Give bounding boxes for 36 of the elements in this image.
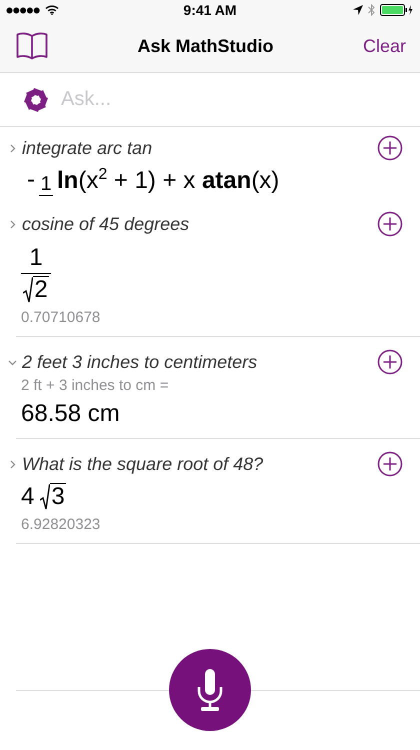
query-text[interactable]: What is the square root of 48? <box>22 454 377 474</box>
flower-logo-icon <box>23 86 49 112</box>
clear-button[interactable]: Clear <box>362 36 406 56</box>
radicand: 3 <box>50 483 66 510</box>
fraction-numerator: 1 <box>29 245 43 271</box>
battery-icon <box>380 4 414 16</box>
chevron-icon[interactable] <box>8 460 17 468</box>
input-echo: 2 ft + 3 inches to cm = <box>20 377 170 394</box>
radical-icon <box>40 484 50 510</box>
bluetooth-icon <box>368 4 375 16</box>
formula-text: ln(x$^{2}$ + 1) + x atan(x) <box>57 166 280 194</box>
radicand: 2 <box>33 276 49 303</box>
add-button[interactable] <box>377 211 403 237</box>
chevron-icon[interactable] <box>8 358 17 366</box>
book-button[interactable] <box>16 32 48 60</box>
status-time: 9:41 AM <box>183 2 237 18</box>
location-icon <box>352 5 363 15</box>
wifi-icon <box>45 5 59 15</box>
coefficient: 4 <box>21 484 34 510</box>
add-button[interactable] <box>377 349 403 375</box>
minus-sign: - <box>27 166 35 194</box>
fraction-numerator: 1 <box>40 172 52 194</box>
nav-title: Ask MathStudio <box>137 36 274 56</box>
decimal-value: 0.70710678 <box>20 309 102 326</box>
chevron-icon[interactable] <box>8 220 17 228</box>
chevron-icon[interactable] <box>8 144 17 152</box>
result-text: 68.58 cm <box>21 399 120 429</box>
add-button[interactable] <box>377 135 403 161</box>
microphone-icon <box>197 667 223 713</box>
signal-icon <box>6 6 40 14</box>
query-text[interactable]: 2 feet 3 inches to centimeters <box>22 352 377 372</box>
radical-icon <box>23 277 34 303</box>
query-text[interactable]: cosine of 45 degrees <box>22 214 377 234</box>
add-button[interactable] <box>377 451 403 477</box>
decimal-value: 6.92820323 <box>20 516 102 533</box>
query-text[interactable]: integrate arc tan <box>22 138 377 158</box>
